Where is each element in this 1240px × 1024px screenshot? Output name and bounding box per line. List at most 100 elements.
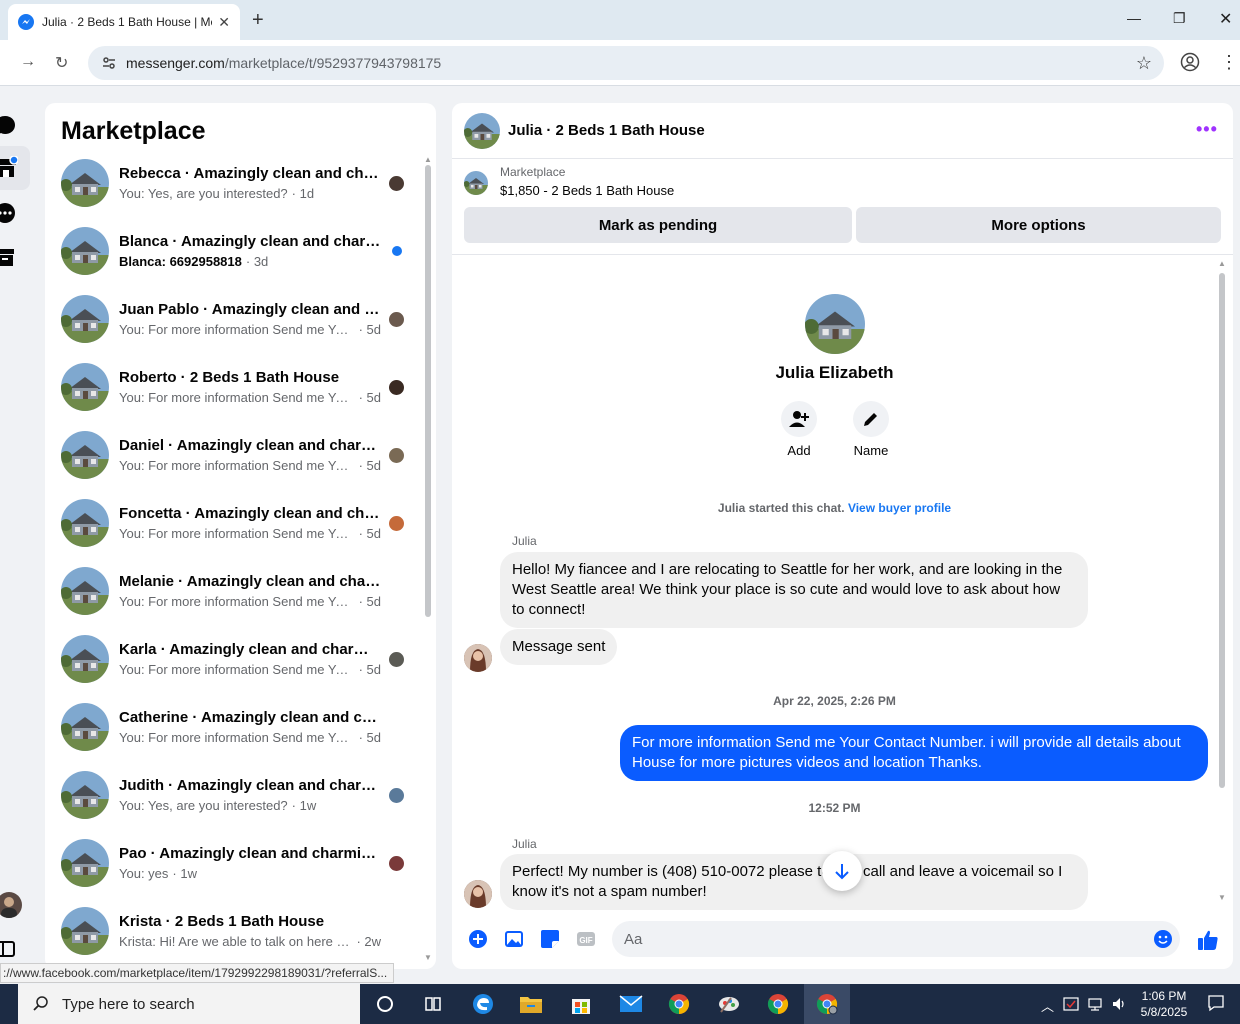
taskbar-search[interactable]: Type here to search [18, 984, 360, 1024]
gif-icon[interactable]: GIF [576, 929, 596, 949]
emoji-icon[interactable] [1153, 929, 1173, 949]
volume-icon[interactable] [1111, 996, 1127, 1015]
restore-button[interactable]: ❐ [1173, 10, 1186, 27]
archive-icon[interactable] [0, 246, 16, 268]
seen-avatar [389, 652, 404, 667]
clock-time: 1:06 PM [1141, 989, 1187, 1003]
incoming-message[interactable]: Hello! My fiancee and I are relocating t… [500, 552, 1088, 628]
conversation-item[interactable]: Pao · Amazingly clean and charming 2 bed… [45, 829, 425, 897]
edge-icon[interactable] [460, 984, 506, 1024]
minimize-button[interactable]: — [1127, 10, 1141, 26]
listing-thumbnail [61, 159, 109, 207]
sidebar-toggle-icon[interactable] [0, 938, 16, 960]
conversation-title: Judith · Amazingly clean and charming 2 … [119, 777, 381, 794]
outgoing-message[interactable]: For more information Send me Your Contac… [620, 725, 1208, 781]
taskbar-clock[interactable]: 1:06 PM 5/8/2025 [1134, 988, 1194, 1020]
user-avatar[interactable] [0, 892, 22, 918]
notifications-icon[interactable] [1207, 994, 1225, 1015]
scroll-to-bottom-button[interactable] [822, 851, 862, 891]
conversation-item[interactable]: Krista · 2 Beds 1 Bath House Krista: Hi! … [45, 897, 425, 965]
close-window-button[interactable]: ✕ [1219, 9, 1232, 29]
more-chats-icon[interactable] [0, 202, 16, 224]
bookmark-star-icon[interactable]: ☆ [1136, 53, 1152, 74]
thumbs-up-icon[interactable] [1197, 929, 1218, 950]
profile-icon[interactable] [1180, 52, 1200, 77]
system-message[interactable]: Message sent [500, 629, 618, 665]
chat-scroll-up-arrow[interactable]: ▲ [1218, 259, 1226, 268]
sticker-icon[interactable] [540, 929, 560, 949]
photo-icon[interactable] [504, 929, 524, 949]
listing-summary[interactable]: Marketplace $1,850 - 2 Beds 1 Bath House [464, 165, 674, 198]
file-explorer-icon[interactable] [508, 984, 554, 1024]
url-text: messenger.com/marketplace/t/952937794379… [126, 55, 442, 71]
plus-circle-icon[interactable] [468, 929, 488, 949]
svg-text:GIF: GIF [579, 936, 592, 945]
mark-as-pending-button[interactable]: Mark as pending [464, 207, 852, 243]
conversation-time: · 1w [172, 866, 197, 881]
new-tab-button[interactable]: + [252, 9, 264, 32]
conversation-item[interactable]: Karla · Amazingly clean and charming 2 b… [45, 625, 425, 693]
listing-thumbnail [61, 771, 109, 819]
view-buyer-profile-link[interactable]: View buyer profile [848, 501, 951, 515]
address-bar[interactable]: messenger.com/marketplace/t/952937794379… [88, 46, 1164, 80]
chat-header: Julia · 2 Beds 1 Bath House [452, 103, 1233, 159]
listing-thumbnail[interactable] [464, 112, 500, 149]
incoming-message[interactable]: Perfect! My number is (408) 510-0072 ple… [500, 854, 1088, 910]
network-icon[interactable] [1087, 996, 1103, 1015]
message-input[interactable] [612, 921, 1180, 957]
conversation-item[interactable]: Daniel · Amazingly clean and charming 2 … [45, 421, 425, 489]
start-button[interactable] [0, 984, 18, 1024]
conversation-time: · 5d [358, 458, 381, 473]
browser-menu-icon[interactable]: ⋮ [1220, 52, 1238, 73]
forward-button[interactable]: → [20, 53, 36, 71]
listing-thumbnail [61, 635, 109, 683]
conversation-item[interactable]: Roberto · 2 Beds 1 Bath House You: For mo… [45, 353, 425, 421]
sidebar-scrollbar[interactable] [425, 165, 431, 617]
site-info-icon[interactable] [100, 54, 118, 72]
more-actions-icon[interactable]: ••• [1196, 119, 1218, 140]
tray-chevron-icon[interactable]: ︿ [1041, 996, 1054, 1015]
chrome-icon[interactable] [656, 984, 702, 1024]
conversation-title: Foncetta · Amazingly clean and charming … [119, 505, 381, 522]
conversation-time: · 5d [358, 730, 381, 745]
scroll-up-arrow[interactable]: ▲ [424, 155, 432, 164]
listing-thumbnail [61, 567, 109, 615]
listing-thumbnail [61, 499, 109, 547]
close-tab-icon[interactable]: ✕ [218, 14, 230, 31]
conversation-item[interactable]: Catherine · Amazingly clean and charming… [45, 693, 425, 761]
chat-scrollbar[interactable] [1219, 273, 1225, 788]
conversation-time: · 3d [245, 254, 269, 269]
chrome-icon[interactable] [755, 984, 801, 1024]
mail-icon[interactable] [608, 984, 654, 1024]
conversation-item[interactable]: Rebecca · Amazingly clean and charming 2… [45, 149, 425, 217]
conversation-item[interactable]: Melanie · Amazingly clean and charming 2… [45, 557, 425, 625]
chat-scroll-down-arrow[interactable]: ▼ [1218, 893, 1226, 902]
conversation-item[interactable]: Judith · Amazingly clean and charming 2 … [45, 761, 425, 829]
conversation-item[interactable]: Juan Pablo · Amazingly clean and charmin… [45, 285, 425, 353]
scroll-down-arrow[interactable]: ▼ [424, 953, 432, 962]
browser-tab[interactable]: Julia · 2 Beds 1 Bath House | Messenger … [8, 4, 240, 40]
security-icon[interactable] [1063, 996, 1079, 1015]
conversation-title: Roberto · 2 Beds 1 Bath House [119, 369, 340, 386]
marketplace-icon[interactable] [0, 155, 19, 178]
task-view-icon[interactable] [410, 984, 456, 1024]
chat-title[interactable]: Julia · 2 Beds 1 Bath House [508, 122, 705, 139]
sender-avatar[interactable] [464, 880, 492, 908]
conversation-snippet: You: For more information Send me Your C… [119, 594, 355, 609]
sender-avatar[interactable] [464, 644, 492, 672]
conversation-preview: You: For more information Send me Your C… [119, 390, 381, 405]
paint-icon[interactable] [706, 984, 752, 1024]
chats-icon[interactable] [0, 114, 16, 136]
conversation-item[interactable]: Blanca · Amazingly clean and charming 2 … [45, 217, 425, 285]
listing-thumbnail [61, 907, 109, 955]
edit-name-button[interactable]: Name [841, 401, 901, 458]
add-contact-button[interactable]: Add [769, 401, 829, 458]
conversation-item[interactable]: Foncetta · Amazingly clean and charming … [45, 489, 425, 557]
cortana-icon[interactable] [362, 984, 408, 1024]
profile-photo[interactable] [805, 294, 865, 354]
reload-button[interactable]: ↻ [55, 53, 68, 73]
store-icon[interactable] [558, 984, 604, 1024]
message-timestamp: Apr 22, 2025, 2:26 PM [773, 694, 896, 708]
chrome-active-icon[interactable] [804, 984, 850, 1024]
more-options-button[interactable]: More options [856, 207, 1221, 243]
